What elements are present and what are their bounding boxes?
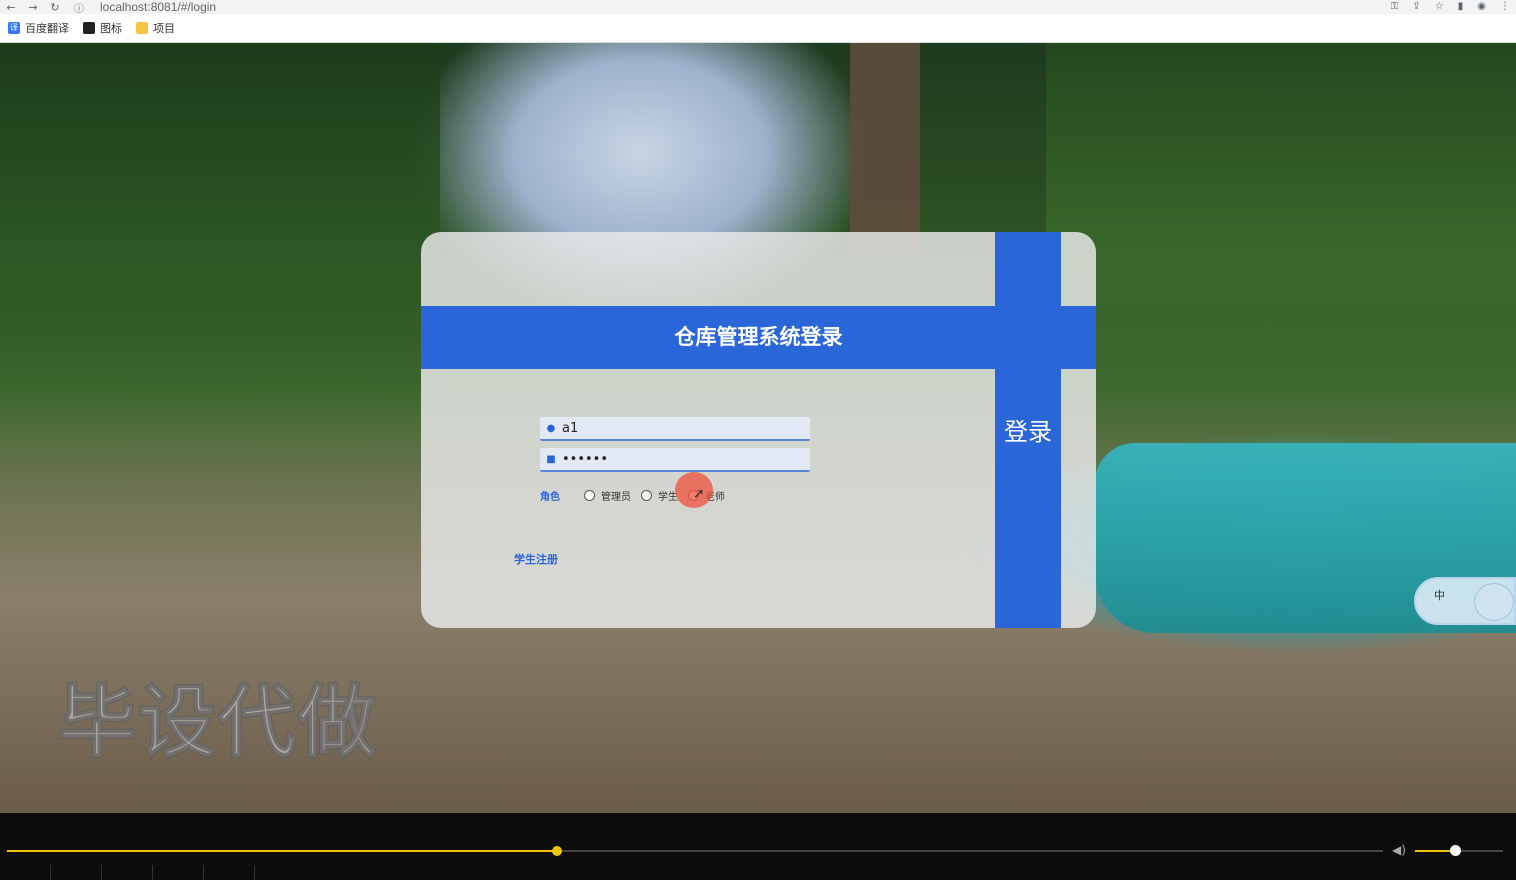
browser-toolbar-icons: ⚿ ⇪ ☆ ▮ ◉ ⋮	[1391, 0, 1510, 14]
forest-left	[0, 43, 440, 423]
volume-fill	[1415, 850, 1455, 852]
password-input[interactable]	[562, 451, 792, 467]
player-button[interactable]	[204, 865, 255, 880]
reload-icon[interactable]: ↻	[44, 1, 66, 14]
bookmark-project[interactable]: 项目	[136, 20, 175, 36]
watermark-text: 毕设代做	[57, 677, 379, 769]
volume-thumb[interactable]	[1449, 845, 1461, 856]
address-bar: ← → ↻ ⓘ localhost:8081/#/login ⚿ ⇪ ☆ ▮ ◉…	[0, 0, 1516, 15]
player-button[interactable]	[51, 865, 102, 880]
sidebar-icon[interactable]: ▮	[1458, 0, 1464, 14]
radio-circle[interactable]	[641, 489, 652, 501]
image-icon	[83, 22, 95, 34]
translate-icon: 译	[8, 22, 20, 34]
tree-trunk	[850, 43, 920, 253]
page-title: 仓库管理系统登录	[674, 325, 843, 349]
video-player-bar: ◀)	[0, 813, 1516, 880]
share-icon[interactable]: ⇪	[1412, 0, 1420, 14]
username-field[interactable]: ●	[540, 417, 810, 441]
progress-fill	[7, 850, 558, 852]
role-admin-radio[interactable]: 管理员	[584, 488, 631, 503]
role-student-radio[interactable]: 学生	[641, 488, 678, 503]
player-button[interactable]	[102, 865, 153, 880]
username-input[interactable]	[562, 420, 792, 436]
bookmark-label: 项目	[153, 22, 175, 35]
player-controls	[0, 865, 255, 880]
key-icon[interactable]: ⚿	[1391, 0, 1399, 14]
bookmark-label: 图标	[100, 22, 122, 35]
forest-right	[1046, 43, 1516, 403]
menu-icon[interactable]: ⋮	[1500, 0, 1510, 14]
folder-icon	[136, 22, 148, 34]
role-label: 角色	[540, 491, 560, 503]
lock-icon: ■	[546, 453, 556, 465]
star-icon[interactable]: ☆	[1435, 0, 1444, 14]
ime-bubble-icon	[1474, 583, 1514, 621]
progress-thumb[interactable]	[552, 846, 563, 856]
back-icon[interactable]: ←	[0, 1, 22, 14]
forward-icon[interactable]: →	[22, 1, 44, 14]
profile-icon[interactable]: ◉	[1477, 0, 1486, 14]
login-card: 仓库管理系统登录 登录 ● ■ 角色 管理员 学生 老师 学生注册	[421, 232, 1096, 628]
mouse-pointer-icon: ➚	[693, 486, 705, 502]
password-field[interactable]: ■	[540, 448, 810, 472]
url-field[interactable]: localhost:8081/#/login	[100, 0, 216, 14]
bookmark-icons[interactable]: 图标	[83, 20, 122, 36]
student-register-link[interactable]: 学生注册	[514, 551, 558, 567]
player-button[interactable]	[153, 865, 204, 880]
radio-circle[interactable]	[584, 489, 595, 501]
progress-track[interactable]	[7, 846, 1383, 856]
login-button[interactable]: 登录	[995, 412, 1061, 452]
bookmark-baidu-translate[interactable]: 译 百度翻译	[8, 20, 69, 36]
volume-track[interactable]	[1415, 845, 1503, 856]
ime-label: 中	[1434, 589, 1445, 602]
ime-widget[interactable]: 中	[1414, 577, 1516, 625]
player-button[interactable]	[0, 865, 51, 880]
volume-icon[interactable]: ◀)	[1392, 843, 1406, 857]
site-info-icon[interactable]: ⓘ	[74, 0, 84, 15]
bookmarks-bar: 译 百度翻译 图标 项目	[0, 14, 1516, 43]
radio-label: 管理员	[601, 491, 631, 503]
user-icon: ●	[546, 422, 556, 434]
bookmark-label: 百度翻译	[25, 22, 69, 35]
